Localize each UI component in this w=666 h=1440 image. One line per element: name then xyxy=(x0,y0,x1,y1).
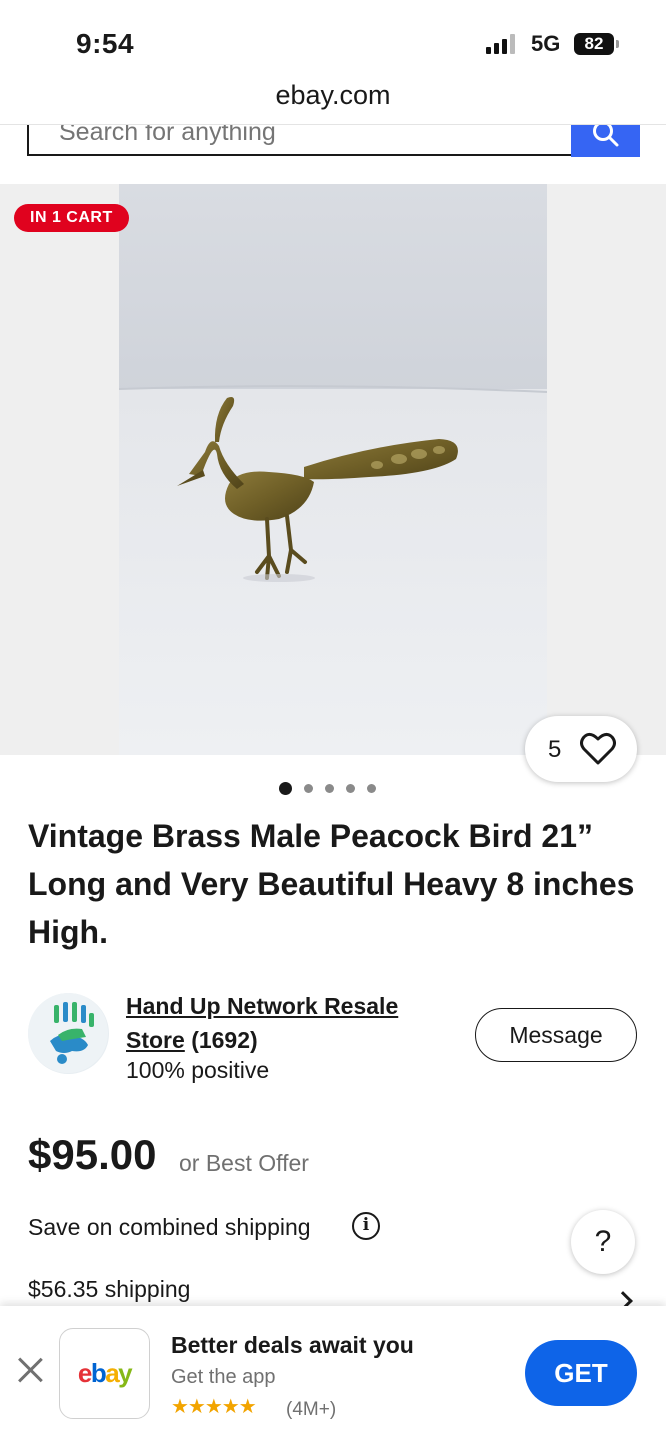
battery-level: 82 xyxy=(574,33,614,55)
search-input[interactable] xyxy=(27,125,573,156)
seller-name-link[interactable]: Hand Up Network Resale Store xyxy=(126,993,398,1053)
banner-subtitle: Get the app xyxy=(171,1366,276,1388)
battery-icon: 82 xyxy=(574,33,620,55)
seller-name: Hand Up Network Resale Store (1692) xyxy=(126,989,456,1057)
peacock-figurine-image xyxy=(119,184,547,755)
seller-feedback-count: (1692) xyxy=(191,1027,258,1053)
item-price: $95.00 xyxy=(28,1131,157,1178)
hand-logo-icon xyxy=(28,993,108,1073)
cellular-signal-icon xyxy=(486,34,515,54)
gallery-dot-active[interactable] xyxy=(279,781,292,795)
watch-button[interactable]: 5 xyxy=(525,716,637,782)
gallery-dot[interactable] xyxy=(367,783,376,793)
gallery-pagination xyxy=(279,780,376,796)
info-icon[interactable]: i xyxy=(352,1212,380,1240)
watch-count: 5 xyxy=(548,736,562,763)
browser-url[interactable]: ebay.com xyxy=(0,80,666,111)
rating-stars: ★★★★★ xyxy=(171,1396,257,1418)
best-offer-label: or Best Offer xyxy=(179,1150,309,1176)
search-icon xyxy=(593,125,619,147)
network-type: 5G xyxy=(531,31,561,56)
gallery-dot[interactable] xyxy=(346,783,355,793)
ebay-app-icon: ebay xyxy=(59,1328,150,1419)
listing-title: Vintage Brass Male Peacock Bird 21” Long… xyxy=(28,818,635,950)
gallery-dot[interactable] xyxy=(304,783,313,793)
search-bar xyxy=(27,125,640,157)
review-count: (4M+) xyxy=(286,1399,337,1420)
message-seller-button[interactable]: Message xyxy=(475,1008,637,1062)
seller-logo[interactable] xyxy=(28,993,109,1074)
gallery-dot[interactable] xyxy=(325,783,334,793)
shipping-cost: $56.35 shipping xyxy=(28,1276,191,1302)
seller-positive-rate: 100% positive xyxy=(126,1057,270,1083)
in-cart-badge: IN 1 CART xyxy=(14,204,129,232)
search-button[interactable] xyxy=(571,125,640,157)
heart-icon xyxy=(580,732,616,765)
combined-shipping-text: Save on combined shipping xyxy=(28,1214,311,1240)
help-button[interactable]: ? xyxy=(571,1210,635,1274)
close-icon[interactable] xyxy=(16,1356,44,1384)
image-gallery[interactable] xyxy=(0,184,666,755)
product-photo[interactable] xyxy=(119,184,547,755)
status-time: 9:54 xyxy=(76,28,135,59)
banner-title: Better deals await you xyxy=(171,1332,414,1358)
status-bar: 9:54 5G 82 xyxy=(0,0,666,80)
get-app-button[interactable]: GET xyxy=(525,1340,637,1406)
